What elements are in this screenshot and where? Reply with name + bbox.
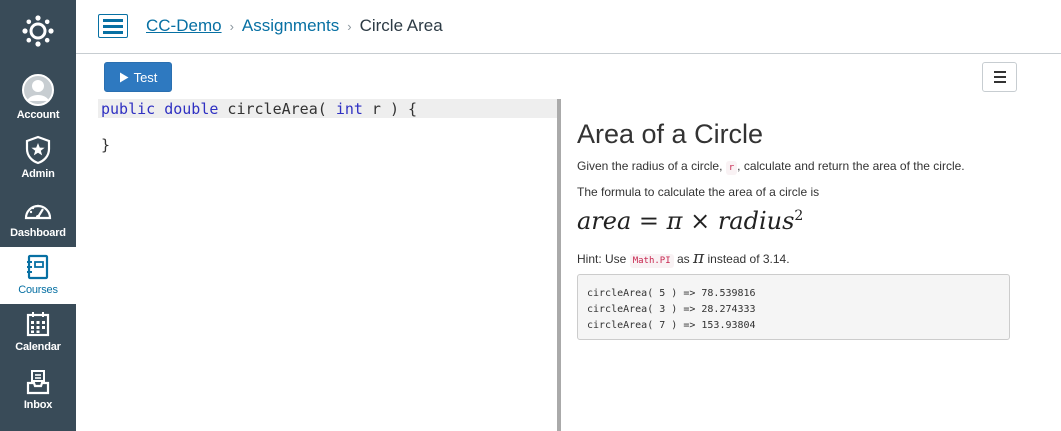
- instructions-paragraph: The formula to calculate the area of a c…: [577, 185, 820, 199]
- global-nav-courses[interactable]: Courses: [0, 247, 76, 304]
- global-nav-label: Dashboard: [10, 227, 66, 239]
- code-keyword: public: [101, 100, 156, 118]
- code-text: circleArea(: [218, 100, 336, 118]
- global-nav-label: Admin: [21, 168, 55, 180]
- test-button[interactable]: Test: [104, 62, 172, 92]
- global-nav-inbox[interactable]: Inbox: [0, 362, 76, 419]
- code-keyword: double: [164, 100, 219, 118]
- inline-code: r: [725, 161, 738, 175]
- examples-code-block: circleArea( 5 ) => 78.539816 circleArea( …: [577, 274, 1010, 340]
- code-line-3[interactable]: }: [98, 135, 110, 154]
- global-nav-dashboard[interactable]: Dashboard: [0, 190, 76, 247]
- text: Hint: Use: [577, 252, 630, 266]
- example-line: circleArea( 7 ) => 153.93804: [587, 320, 756, 331]
- code-keyword: int: [335, 100, 363, 118]
- code-line-1[interactable]: public double circleArea( int r ) {: [98, 99, 557, 118]
- formula-operator: ×: [682, 207, 718, 235]
- pane-splitter[interactable]: [557, 99, 561, 431]
- chevron-right-icon: ›: [229, 18, 234, 34]
- area-formula: area = π × radius2: [577, 207, 803, 235]
- play-icon: [119, 72, 129, 82]
- global-nav-label: Calendar: [15, 341, 61, 353]
- test-button-label: Test: [133, 69, 158, 85]
- assignment-title: Area of a Circle: [577, 119, 764, 149]
- canvas-logo-icon[interactable]: [0, 0, 76, 62]
- formula-exponent: 2: [794, 208, 804, 224]
- calendar-icon: [25, 304, 51, 338]
- formula-term: radius: [717, 207, 795, 235]
- page-header: CC-Demo › Assignments › Circle Area: [76, 0, 1061, 54]
- text: instead of 3.14.: [704, 252, 790, 266]
- pi-symbol: π: [692, 248, 705, 268]
- code-text: r ) {: [362, 100, 418, 118]
- global-nav-calendar[interactable]: Calendar: [0, 304, 76, 361]
- formula-operator: =: [631, 207, 667, 235]
- example-line: circleArea( 5 ) => 78.539816: [587, 288, 756, 299]
- text: , calculate and return the area of the c…: [737, 159, 965, 173]
- text: Given the radius of a circle,: [577, 159, 726, 173]
- instructions-paragraph: Given the radius of a circle, r, calcula…: [577, 159, 965, 175]
- global-nav-label: Account: [16, 109, 60, 121]
- global-nav-account[interactable]: Account: [0, 72, 76, 129]
- courses-icon: [25, 247, 51, 281]
- example-line: circleArea( 3 ) => 28.274333: [587, 304, 756, 315]
- breadcrumb-assignments-link[interactable]: Assignments: [242, 16, 339, 36]
- formula-term: area: [577, 207, 632, 235]
- global-nav-label: Courses: [18, 284, 58, 296]
- global-navigation: Account Admin Dashboard Courses Calendar…: [0, 0, 76, 431]
- course-menu-toggle-button[interactable]: [98, 14, 128, 38]
- formula-term: π: [666, 207, 683, 235]
- hint-text: Hint: Use Math.PI as π instead of 3.14.: [577, 248, 790, 268]
- chevron-right-icon: ›: [347, 18, 352, 34]
- inbox-icon: [25, 362, 51, 396]
- dashboard-icon: [23, 190, 53, 224]
- text: as: [673, 252, 693, 266]
- options-menu-button[interactable]: [982, 62, 1017, 92]
- inline-code: Math.PI: [629, 254, 674, 268]
- admin-shield-icon: [24, 131, 52, 165]
- global-nav-label: Inbox: [23, 399, 53, 411]
- global-nav-admin[interactable]: Admin: [0, 131, 76, 188]
- breadcrumb: CC-Demo › Assignments › Circle Area: [146, 16, 443, 36]
- breadcrumb-course-link[interactable]: CC-Demo: [146, 16, 222, 36]
- account-icon: [22, 72, 54, 106]
- code-editor[interactable]: public double circleArea( int r ) { }: [98, 99, 557, 431]
- breadcrumb-current: Circle Area: [359, 16, 443, 35]
